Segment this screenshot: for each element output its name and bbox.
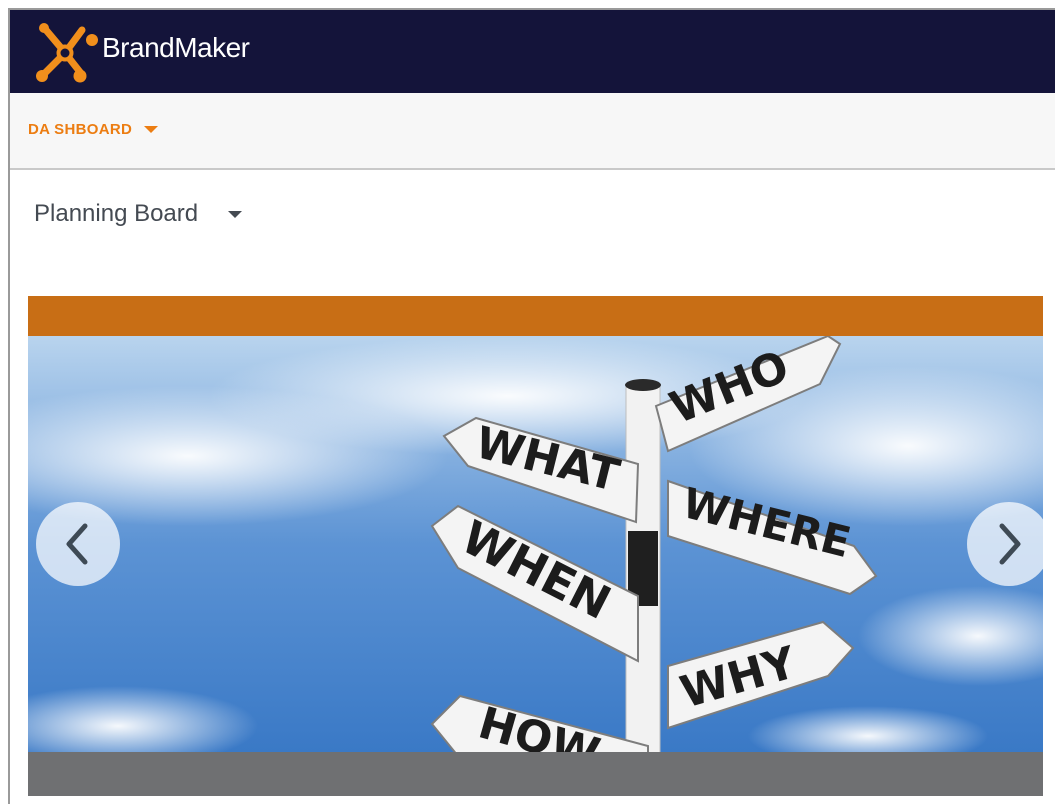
dashboard-menu-label: DA SHBOARD: [28, 121, 133, 138]
board-selector[interactable]: Planning Board: [34, 200, 243, 228]
carousel-header-bar: [28, 296, 1043, 336]
carousel-image: WHO WHAT WHERE WHEN WHY HOW: [28, 336, 1043, 752]
carousel-next-button[interactable]: [967, 502, 1043, 586]
chevron-left-icon: [66, 523, 88, 565]
caret-down-icon: [144, 126, 159, 133]
brand-name: BrandMaker: [102, 32, 250, 63]
brandmaker-logo-icon: [36, 23, 98, 83]
app-frame: BrandMaker DA SHBOARD Planning Board WHO…: [8, 8, 1055, 804]
image-carousel: WHO WHAT WHERE WHEN WHY HOW: [28, 296, 1043, 796]
carousel-prev-button[interactable]: [36, 502, 120, 586]
top-bar: BrandMaker: [10, 10, 1055, 93]
nav-bar: DA SHBOARD: [10, 93, 1055, 170]
carousel-footer-bar: [28, 752, 1043, 796]
caret-down-icon: [228, 210, 243, 218]
chevron-right-icon: [999, 523, 1021, 565]
board-title: Planning Board: [34, 200, 199, 227]
dashboard-menu[interactable]: DA SHBOARD: [28, 121, 159, 138]
